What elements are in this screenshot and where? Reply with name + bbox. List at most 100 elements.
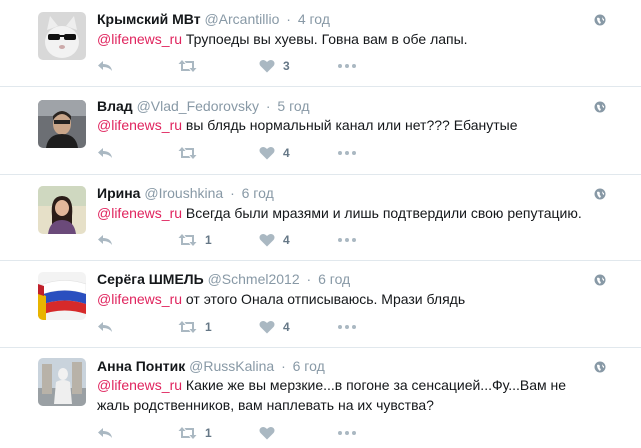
globe-icon bbox=[594, 187, 606, 200]
separator-dot: · bbox=[265, 98, 271, 114]
author-name[interactable]: Анна Понтик bbox=[97, 358, 185, 374]
retweet-icon bbox=[178, 427, 197, 439]
tweet-actions: 1 4 bbox=[97, 230, 497, 250]
reply-button[interactable] bbox=[97, 230, 113, 250]
author-handle[interactable]: @Iroushkina bbox=[144, 185, 223, 201]
author-name[interactable]: Влад bbox=[97, 98, 133, 114]
tweet[interactable]: Серёга ШМЕЛЬ @Schmel2012 · 6 год @lifene… bbox=[0, 261, 641, 348]
retweet-button[interactable]: 1 bbox=[178, 317, 212, 337]
separator-dot: · bbox=[306, 271, 312, 287]
reply-button[interactable] bbox=[97, 143, 113, 163]
heart-icon bbox=[259, 59, 275, 73]
tweet-text: @lifenews_ru Всегда были мразями и лишь … bbox=[97, 203, 617, 223]
retweet-count: 1 bbox=[205, 426, 212, 440]
reply-icon bbox=[98, 148, 112, 158]
retweet-icon bbox=[178, 234, 197, 246]
tweet[interactable]: Крымский МВт @Arcantillio · 4 год @lifen… bbox=[0, 0, 641, 87]
timestamp[interactable]: 6 год bbox=[242, 185, 274, 201]
retweet-icon bbox=[178, 147, 197, 159]
like-count: 3 bbox=[283, 59, 290, 73]
tweet-text: @lifenews_ru Трупоеды вы хуевы. Говна ва… bbox=[97, 29, 617, 49]
heart-icon bbox=[259, 233, 275, 247]
more-dots-icon bbox=[338, 151, 356, 155]
avatar[interactable] bbox=[38, 358, 86, 406]
tweet[interactable]: Анна Понтик @RussKalina · 6 год @lifenew… bbox=[0, 348, 641, 448]
retweet-icon bbox=[178, 60, 197, 72]
retweet-button[interactable] bbox=[178, 143, 205, 163]
retweet-button[interactable] bbox=[178, 56, 205, 76]
tweet-body: от этого Онала отписываюсь. Мрази блядь bbox=[182, 291, 466, 307]
like-button[interactable]: 3 bbox=[259, 56, 290, 76]
timestamp[interactable]: 6 год bbox=[293, 358, 325, 374]
reply-button[interactable] bbox=[97, 56, 113, 76]
avatar[interactable] bbox=[38, 272, 86, 320]
like-button[interactable] bbox=[259, 423, 283, 443]
globe-icon bbox=[594, 13, 606, 26]
mention-link[interactable]: @lifenews_ru bbox=[97, 205, 182, 221]
tweet-feed: Крымский МВт @Arcantillio · 4 год @lifen… bbox=[0, 0, 641, 448]
tweet-actions: 1 bbox=[97, 423, 497, 443]
more-button[interactable] bbox=[338, 230, 356, 250]
tweet-text: @lifenews_ru Какие же вы мерзкие...в пог… bbox=[97, 375, 617, 415]
like-button[interactable]: 4 bbox=[259, 143, 290, 163]
author-handle[interactable]: @Schmel2012 bbox=[208, 271, 300, 287]
tweet-actions: 4 bbox=[97, 143, 497, 163]
tweet-header: Крымский МВт @Arcantillio · 4 год bbox=[97, 10, 330, 28]
tweet-body: Всегда были мразями и лишь подтвердили с… bbox=[182, 205, 582, 221]
author-handle[interactable]: @RussKalina bbox=[189, 358, 274, 374]
tweet-header: Влад @Vlad_Fedorovsky · 5 год bbox=[97, 97, 310, 115]
more-dots-icon bbox=[338, 431, 356, 435]
tweet-text: @lifenews_ru от этого Онала отписываюсь.… bbox=[97, 289, 617, 309]
avatar[interactable] bbox=[38, 12, 86, 60]
tweet-header: Серёга ШМЕЛЬ @Schmel2012 · 6 год bbox=[97, 270, 350, 288]
retweet-button[interactable]: 1 bbox=[178, 423, 212, 443]
like-button[interactable]: 4 bbox=[259, 230, 290, 250]
tweet-header: Ирина @Iroushkina · 6 год bbox=[97, 184, 274, 202]
separator-dot: · bbox=[281, 358, 286, 374]
tweet[interactable]: Влад @Vlad_Fedorovsky · 5 год @lifenews_… bbox=[0, 87, 641, 175]
tweet-header: Анна Понтик @RussKalina · 6 год bbox=[97, 357, 325, 375]
like-button[interactable]: 4 bbox=[259, 317, 290, 337]
more-button[interactable] bbox=[338, 423, 356, 443]
avatar[interactable] bbox=[38, 186, 86, 234]
tweet-actions: 1 4 bbox=[97, 317, 497, 337]
author-handle[interactable]: @Vlad_Fedorovsky bbox=[137, 98, 259, 114]
timestamp[interactable]: 5 год bbox=[277, 98, 309, 114]
heart-icon bbox=[259, 146, 275, 160]
more-dots-icon bbox=[338, 64, 356, 68]
more-dots-icon bbox=[338, 325, 356, 329]
timestamp[interactable]: 4 год bbox=[298, 11, 330, 27]
tweet-actions: 3 bbox=[97, 56, 497, 76]
more-button[interactable] bbox=[338, 317, 356, 337]
reply-icon bbox=[98, 428, 112, 438]
mention-link[interactable]: @lifenews_ru bbox=[97, 377, 182, 393]
globe-icon bbox=[594, 273, 606, 286]
reply-icon bbox=[98, 235, 112, 245]
retweet-icon bbox=[178, 321, 197, 333]
reply-button[interactable] bbox=[97, 423, 113, 443]
tweet-body: вы блядь нормальный канал или нет??? Еба… bbox=[182, 117, 518, 133]
tweet-text: @lifenews_ru вы блядь нормальный канал и… bbox=[97, 115, 617, 135]
timestamp[interactable]: 6 год bbox=[318, 271, 350, 287]
tweet-body: Какие же вы мерзкие...в погоне за сенсац… bbox=[182, 377, 567, 393]
author-handle[interactable]: @Arcantillio bbox=[204, 11, 279, 27]
reply-icon bbox=[98, 61, 112, 71]
mention-link[interactable]: @lifenews_ru bbox=[97, 117, 182, 133]
retweet-count: 1 bbox=[205, 233, 212, 247]
more-button[interactable] bbox=[338, 56, 356, 76]
author-name[interactable]: Серёга ШМЕЛЬ bbox=[97, 271, 204, 287]
mention-link[interactable]: @lifenews_ru bbox=[97, 31, 182, 47]
reply-icon bbox=[98, 322, 112, 332]
tweet[interactable]: Ирина @Iroushkina · 6 год @lifenews_ru В… bbox=[0, 175, 641, 261]
reply-button[interactable] bbox=[97, 317, 113, 337]
globe-icon bbox=[594, 360, 606, 373]
author-name[interactable]: Крымский МВт bbox=[97, 11, 201, 27]
tweet-body-line2: жаль родственников, вам наплевать на их … bbox=[97, 397, 434, 413]
heart-icon bbox=[259, 426, 275, 440]
avatar[interactable] bbox=[38, 100, 86, 148]
retweet-button[interactable]: 1 bbox=[178, 230, 212, 250]
mention-link[interactable]: @lifenews_ru bbox=[97, 291, 182, 307]
tweet-body: Трупоеды вы хуевы. Говна вам в обе лапы. bbox=[182, 31, 468, 47]
more-button[interactable] bbox=[338, 143, 356, 163]
author-name[interactable]: Ирина bbox=[97, 185, 140, 201]
